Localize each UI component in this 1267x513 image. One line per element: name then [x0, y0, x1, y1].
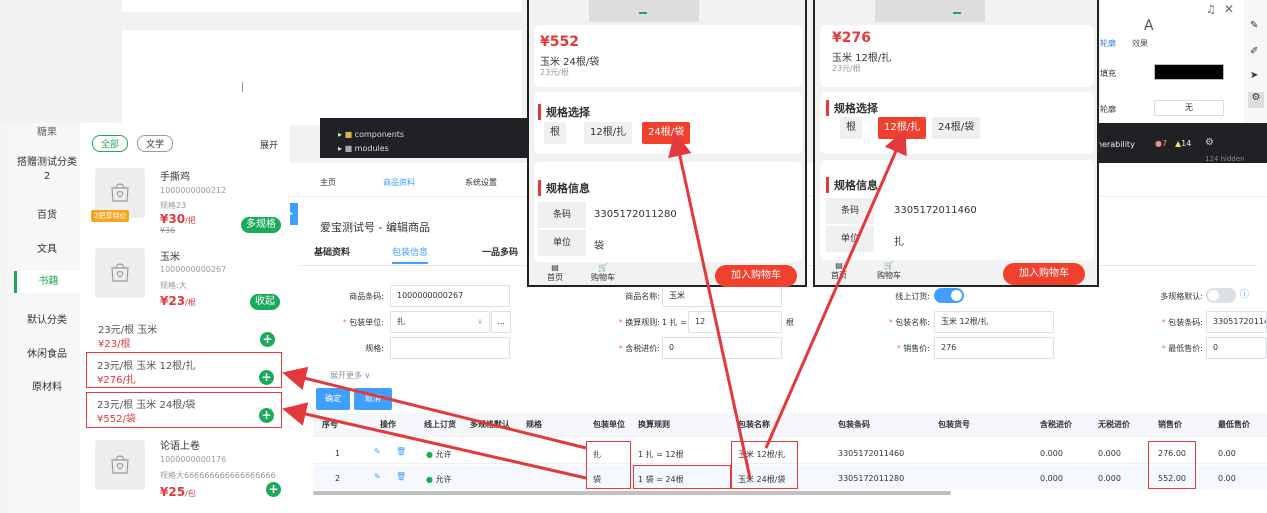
arrow-to-spec-row-12 [282, 366, 587, 450]
annotation-arrows [282, 129, 907, 480]
arrow-to-spec-row-24 [282, 402, 587, 480]
arrow-to-right-phone-chip [764, 129, 907, 449]
arrow-to-left-phone-chip [668, 132, 752, 479]
